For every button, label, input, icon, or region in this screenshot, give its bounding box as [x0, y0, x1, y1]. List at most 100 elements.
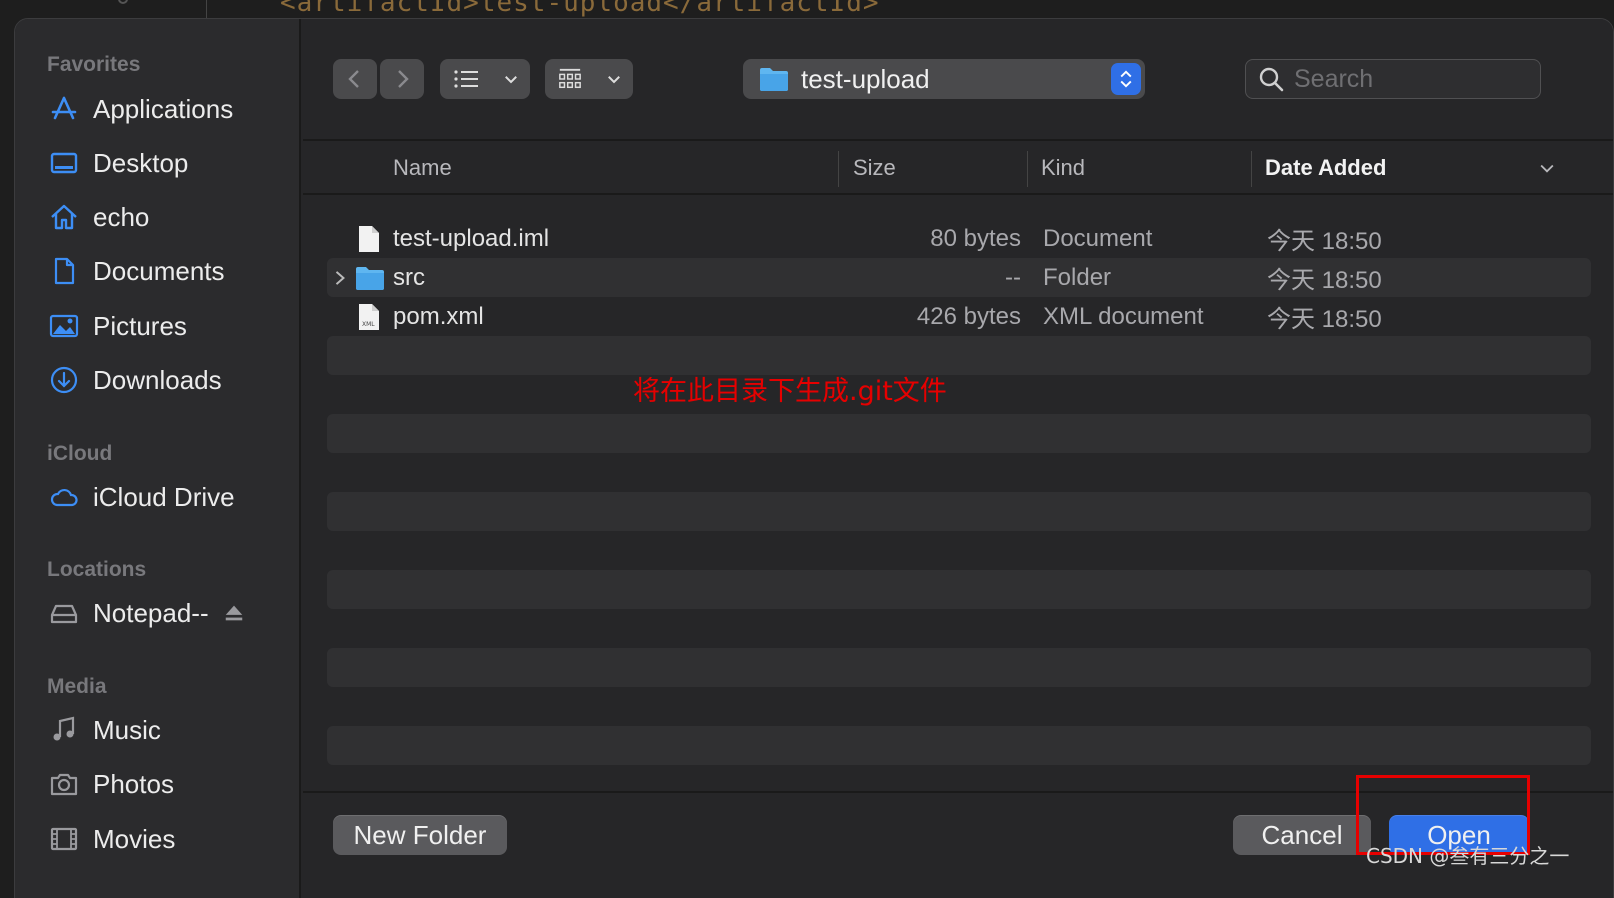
- search-field[interactable]: [1245, 59, 1541, 99]
- column-separator[interactable]: [1251, 151, 1252, 187]
- file-browser: test-upload Name Size Kind Date Added: [303, 19, 1613, 898]
- sidebar-item-pictures[interactable]: Pictures: [47, 306, 287, 346]
- folder-icon: [355, 258, 385, 297]
- back-button[interactable]: [333, 59, 377, 99]
- svg-text:XML: XML: [362, 321, 375, 328]
- file-size: 80 bytes: [930, 224, 1021, 252]
- list-view-icon: [451, 67, 481, 91]
- sidebar-item-downloads[interactable]: Downloads: [47, 360, 287, 400]
- file-date: 今天 18:50: [1267, 306, 1382, 333]
- column-header: Name Size Kind Date Added: [303, 141, 1613, 195]
- sidebar-item-echo[interactable]: echo: [47, 197, 287, 237]
- sidebar-item-label: Desktop: [93, 147, 189, 178]
- sidebar-item-movies[interactable]: Movies: [47, 819, 287, 859]
- empty-row: [327, 414, 1591, 453]
- section-locations: Locations: [47, 558, 147, 581]
- column-date-added[interactable]: Date Added: [1265, 141, 1545, 195]
- disk-icon: [47, 598, 81, 628]
- sidebar-item-notepad[interactable]: Notepad--: [47, 593, 297, 633]
- sidebar-item-desktop[interactable]: Desktop: [47, 143, 287, 183]
- sidebar-item-label: Downloads: [93, 364, 222, 395]
- column-size[interactable]: Size: [853, 141, 1023, 195]
- sidebar-item-label: Music: [93, 714, 161, 745]
- file-row-pom-xml[interactable]: XML pom.xml 426 bytes XML document 今天 18…: [327, 297, 1591, 336]
- sidebar-item-label: iCloud Drive: [93, 481, 235, 512]
- document-file-icon: [357, 219, 381, 258]
- film-icon: [47, 824, 81, 854]
- editor-gutter-marker: [118, 0, 128, 4]
- sidebar-item-applications[interactable]: Applications: [47, 89, 287, 129]
- downloads-icon: [47, 365, 81, 395]
- location-popup[interactable]: test-upload: [743, 59, 1145, 99]
- sidebar-item-label: Movies: [93, 823, 176, 854]
- group-view-button[interactable]: [545, 59, 633, 99]
- file-size: 426 bytes: [916, 302, 1021, 330]
- new-folder-button[interactable]: New Folder: [333, 815, 507, 855]
- search-input[interactable]: [1294, 64, 1514, 94]
- sidebar-item-music[interactable]: Music: [47, 710, 287, 750]
- file-list: test-upload.iml 80 bytes Document 今天 18:…: [327, 219, 1591, 765]
- sidebar-item-label: Notepad--: [93, 597, 209, 628]
- empty-row: [327, 648, 1591, 687]
- file-kind: XML document: [1043, 302, 1204, 330]
- location-label: test-upload: [801, 63, 930, 94]
- desktop-icon: [47, 148, 81, 178]
- sidebar-item-label: Documents: [93, 255, 225, 286]
- sidebar: Favorites Applications Desktop echo Docu…: [15, 19, 301, 898]
- chevron-left-icon: [343, 67, 367, 91]
- column-separator[interactable]: [1027, 151, 1028, 187]
- background-code-line: <artifactId>test-upload</artifactId>: [280, 0, 880, 18]
- annotation-text: 将在此目录下生成.git文件: [633, 376, 947, 407]
- forward-button[interactable]: [380, 59, 424, 99]
- pictures-icon: [47, 311, 81, 341]
- section-icloud: iCloud: [47, 442, 113, 465]
- sidebar-item-photos[interactable]: Photos: [47, 764, 287, 804]
- applications-icon: [47, 94, 81, 124]
- sidebar-item-label: Applications: [93, 93, 234, 124]
- sidebar-item-label: Photos: [93, 768, 174, 799]
- file-row-src[interactable]: src -- Folder 今天 18:50: [327, 258, 1591, 297]
- column-name[interactable]: Name: [393, 141, 833, 195]
- file-date: 今天 18:50: [1267, 267, 1382, 294]
- file-name: test-upload.iml: [393, 224, 550, 252]
- camera-icon: [47, 769, 81, 799]
- file-row-test-upload-iml[interactable]: test-upload.iml 80 bytes Document 今天 18:…: [327, 219, 1591, 258]
- cloud-icon: [47, 482, 81, 512]
- chevron-down-icon: [502, 67, 520, 91]
- file-date: 今天 18:50: [1267, 228, 1382, 255]
- file-kind: Document: [1043, 224, 1153, 252]
- file-name: pom.xml: [393, 302, 484, 330]
- open-file-dialog: Favorites Applications Desktop echo Docu…: [14, 18, 1614, 898]
- empty-row: [327, 492, 1591, 531]
- empty-row: [327, 570, 1591, 609]
- xml-file-icon: XML: [357, 297, 381, 336]
- file-name: src: [393, 263, 425, 291]
- eject-icon[interactable]: [223, 602, 245, 624]
- folder-icon: [759, 66, 789, 92]
- watermark: CSDN @叁有三分之一: [1366, 844, 1570, 868]
- search-icon: [1258, 66, 1284, 92]
- column-kind[interactable]: Kind: [1041, 141, 1251, 195]
- editor-gutter-line: [206, 0, 207, 18]
- empty-row: [327, 726, 1591, 765]
- home-icon: [47, 202, 81, 232]
- sort-chevron-icon[interactable]: [1537, 141, 1557, 195]
- chevron-right-icon: [390, 67, 414, 91]
- file-kind: Folder: [1043, 263, 1112, 291]
- chevron-down-icon: [605, 67, 623, 91]
- list-view-button[interactable]: [440, 59, 530, 99]
- updown-chevron-icon: [1111, 63, 1141, 95]
- disclosure-triangle-icon[interactable]: [333, 258, 347, 297]
- cancel-button[interactable]: Cancel: [1233, 815, 1371, 855]
- document-icon: [47, 256, 81, 286]
- sidebar-item-icloud-drive[interactable]: iCloud Drive: [47, 477, 287, 517]
- grid-icon: [555, 67, 585, 91]
- sidebar-item-label: echo: [93, 201, 150, 232]
- empty-row: [327, 336, 1591, 375]
- sidebar-item-documents[interactable]: Documents: [47, 251, 287, 291]
- file-size: --: [1005, 263, 1021, 291]
- section-media: Media: [47, 675, 107, 698]
- music-icon: [47, 715, 81, 745]
- sidebar-item-label: Pictures: [93, 310, 187, 341]
- column-separator[interactable]: [838, 151, 839, 187]
